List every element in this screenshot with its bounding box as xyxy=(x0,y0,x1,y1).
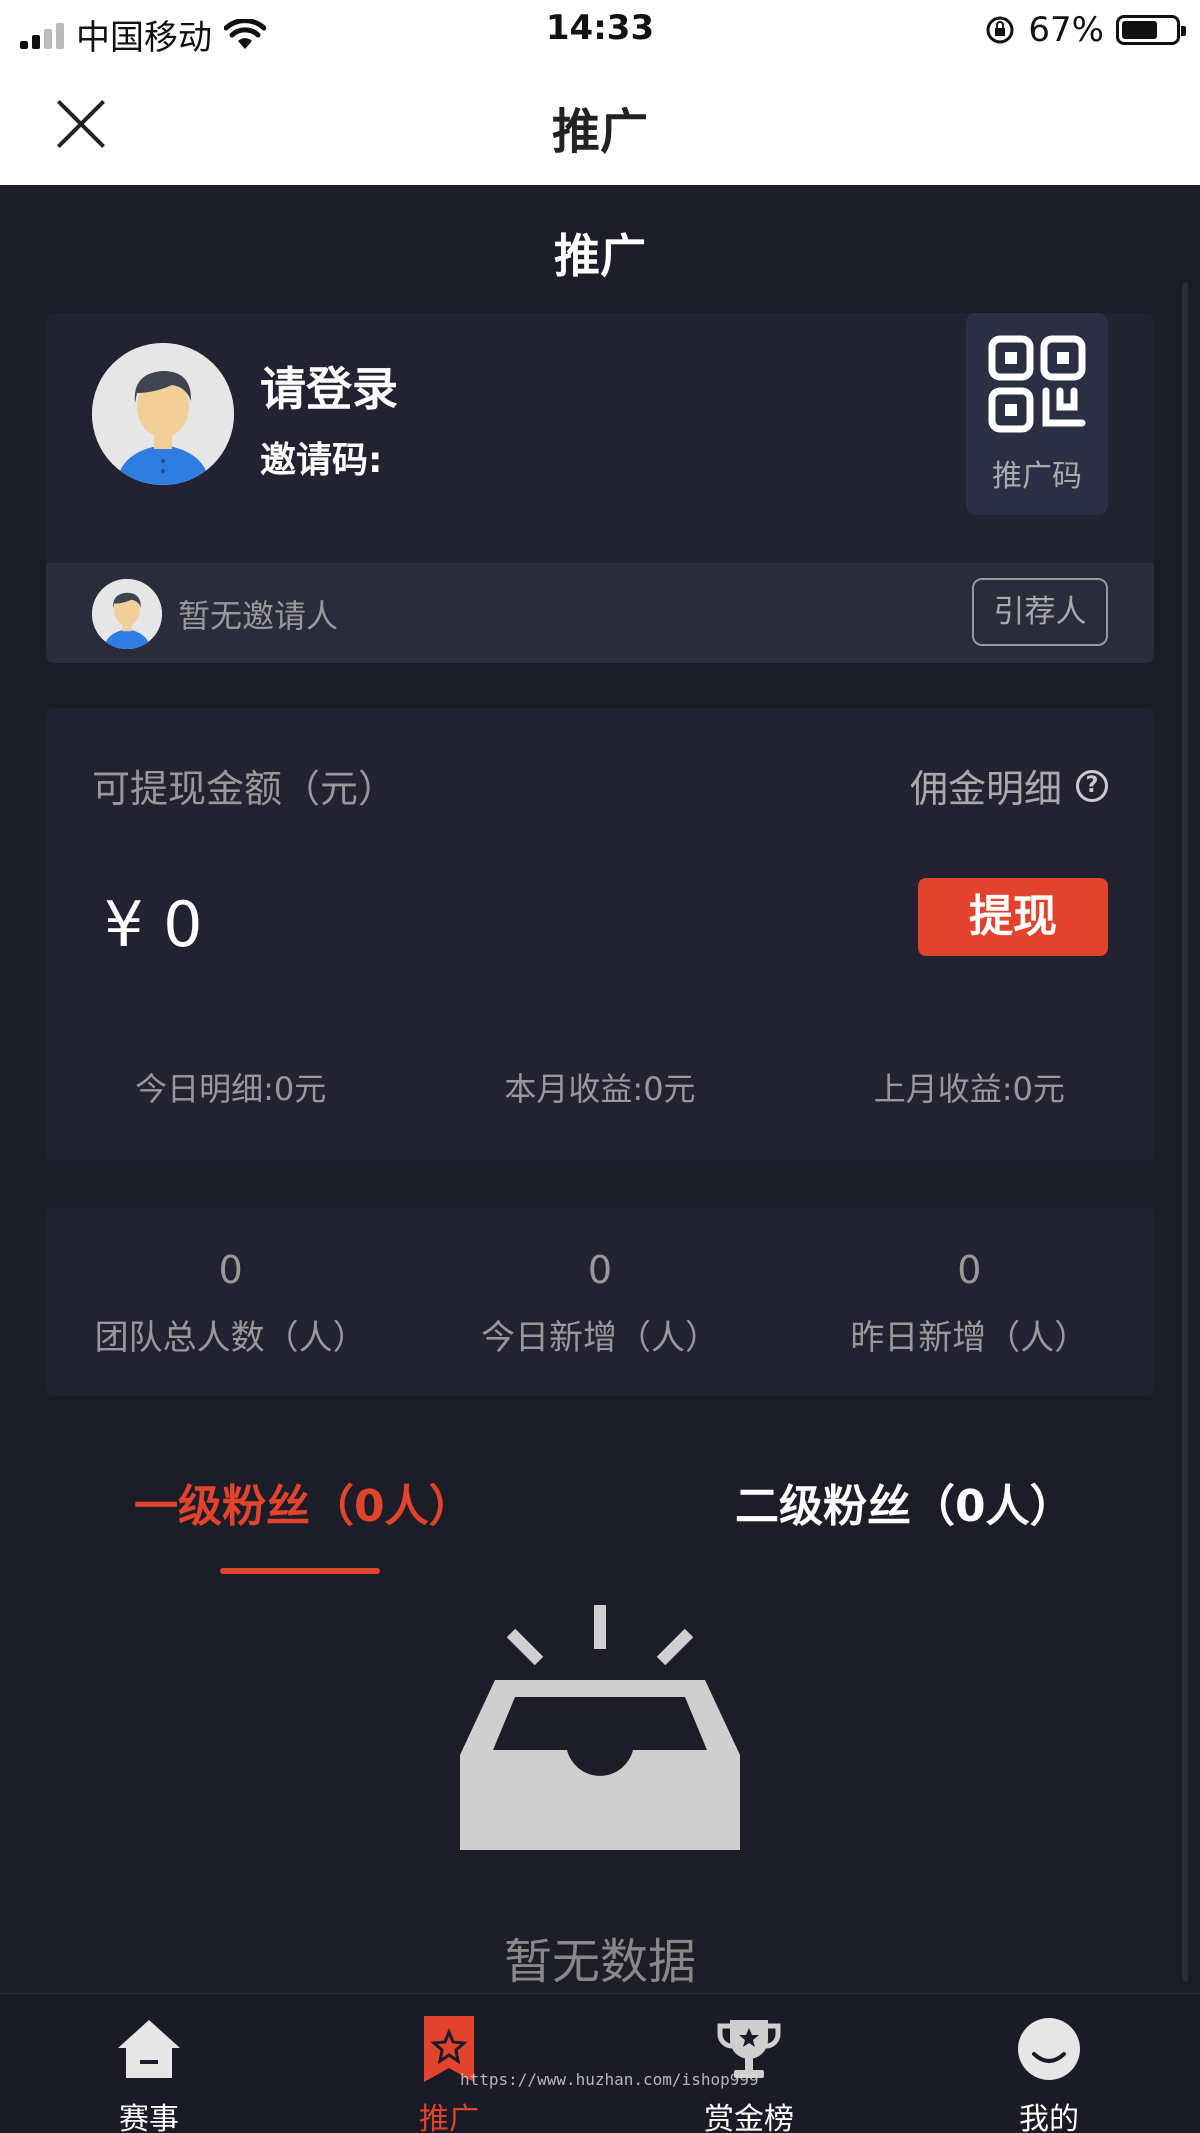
rotation-lock-icon xyxy=(986,16,1014,44)
watermark: https://www.huzhan.com/ishop999 xyxy=(460,2070,759,2089)
status-bar: 中国移动 14:33 67% xyxy=(0,0,1200,60)
no-inviter-text: 暂无邀请人 xyxy=(178,597,339,635)
profile-card: 请登录 邀请码: 推广码 暂无邀请人 引荐人 xyxy=(46,313,1154,663)
earnings-stats: 今日明细:0元 本月收益:0元 上月收益:0元 xyxy=(46,1064,1154,1110)
profile-face-icon xyxy=(1018,2018,1080,2080)
today-new-value: 0 xyxy=(587,1248,613,1292)
qr-code-icon xyxy=(988,335,1086,433)
help-icon[interactable]: ? xyxy=(1076,769,1108,802)
wallet-card: 可提现金额（元） 佣金明细 ? ¥ 0 提现 今日明细:0元 本月收益:0元 上… xyxy=(46,708,1154,1160)
nav-label-promote: 推广 xyxy=(419,2102,479,2133)
inviter-avatar xyxy=(92,579,162,649)
invite-code-label: 邀请码: xyxy=(260,440,383,481)
promo-qr-button[interactable]: 推广码 xyxy=(966,313,1108,515)
team-total: 0 团队总人数（人） xyxy=(46,1248,415,1359)
tab-level1-fans[interactable]: 一级粉丝（0人） xyxy=(134,1470,473,1534)
page-title: 推广 xyxy=(554,229,646,283)
nav-label-mine: 我的 xyxy=(1019,2102,1079,2133)
battery-icon xyxy=(1116,15,1186,45)
month-earnings: 本月收益:0元 xyxy=(504,1070,696,1108)
commission-detail-link[interactable]: 佣金明细 ? xyxy=(910,758,1108,813)
referrer-button[interactable]: 引荐人 xyxy=(972,578,1108,646)
nav-item-mine[interactable]: 我的 xyxy=(974,2014,1124,2133)
inviter-row: 暂无邀请人 引荐人 xyxy=(46,563,1154,663)
team-total-label: 团队总人数（人） xyxy=(94,1318,367,1358)
login-prompt[interactable]: 请登录 xyxy=(260,353,398,419)
team-today-new: 0 今日新增（人） xyxy=(415,1248,784,1359)
fan-tabs: 一级粉丝（0人） 二级粉丝（0人） xyxy=(0,1470,1200,1574)
active-tab-indicator xyxy=(220,1568,380,1574)
app-header: 推广 xyxy=(0,60,1200,185)
yesterday-new-value: 0 xyxy=(957,1248,982,1292)
last-month-earnings: 上月收益:0元 xyxy=(873,1070,1065,1108)
nav-label-bounty: 赏金榜 xyxy=(704,2102,794,2133)
tab-level2-fans[interactable]: 二级粉丝（0人） xyxy=(735,1470,1074,1534)
empty-inbox-icon xyxy=(460,1605,740,1850)
avatar[interactable] xyxy=(92,343,234,485)
withdraw-button[interactable]: 提现 xyxy=(918,878,1108,956)
withdrawable-label: 可提现金额（元） xyxy=(92,767,397,811)
nav-label-events: 赛事 xyxy=(119,2102,179,2133)
yesterday-new-label: 昨日新增（人） xyxy=(850,1318,1089,1358)
header-title: 推广 xyxy=(551,104,648,160)
nav-item-events[interactable]: 赛事 xyxy=(74,2014,224,2133)
team-total-value: 0 xyxy=(218,1248,243,1292)
bottom-nav: 赛事 推广 赏金榜 我的 xyxy=(0,1993,1200,2133)
today-detail[interactable]: 今日明细:0元 xyxy=(46,1064,415,1110)
scrollbar[interactable] xyxy=(1182,282,1188,1982)
today-new-label: 今日新增（人） xyxy=(480,1318,719,1358)
empty-state-text: 暂无数据 xyxy=(503,1934,696,1990)
qr-label: 推广码 xyxy=(992,459,1082,494)
home-icon xyxy=(118,2020,180,2078)
team-card: 0 团队总人数（人） 0 今日新增（人） 0 昨日新增（人） xyxy=(46,1208,1154,1396)
team-yesterday-new: 0 昨日新增（人） xyxy=(785,1248,1154,1359)
commission-link-label: 佣金明细 xyxy=(909,767,1062,811)
balance-amount: ¥ 0 xyxy=(104,888,203,961)
battery-percent: 67% xyxy=(1028,10,1104,50)
